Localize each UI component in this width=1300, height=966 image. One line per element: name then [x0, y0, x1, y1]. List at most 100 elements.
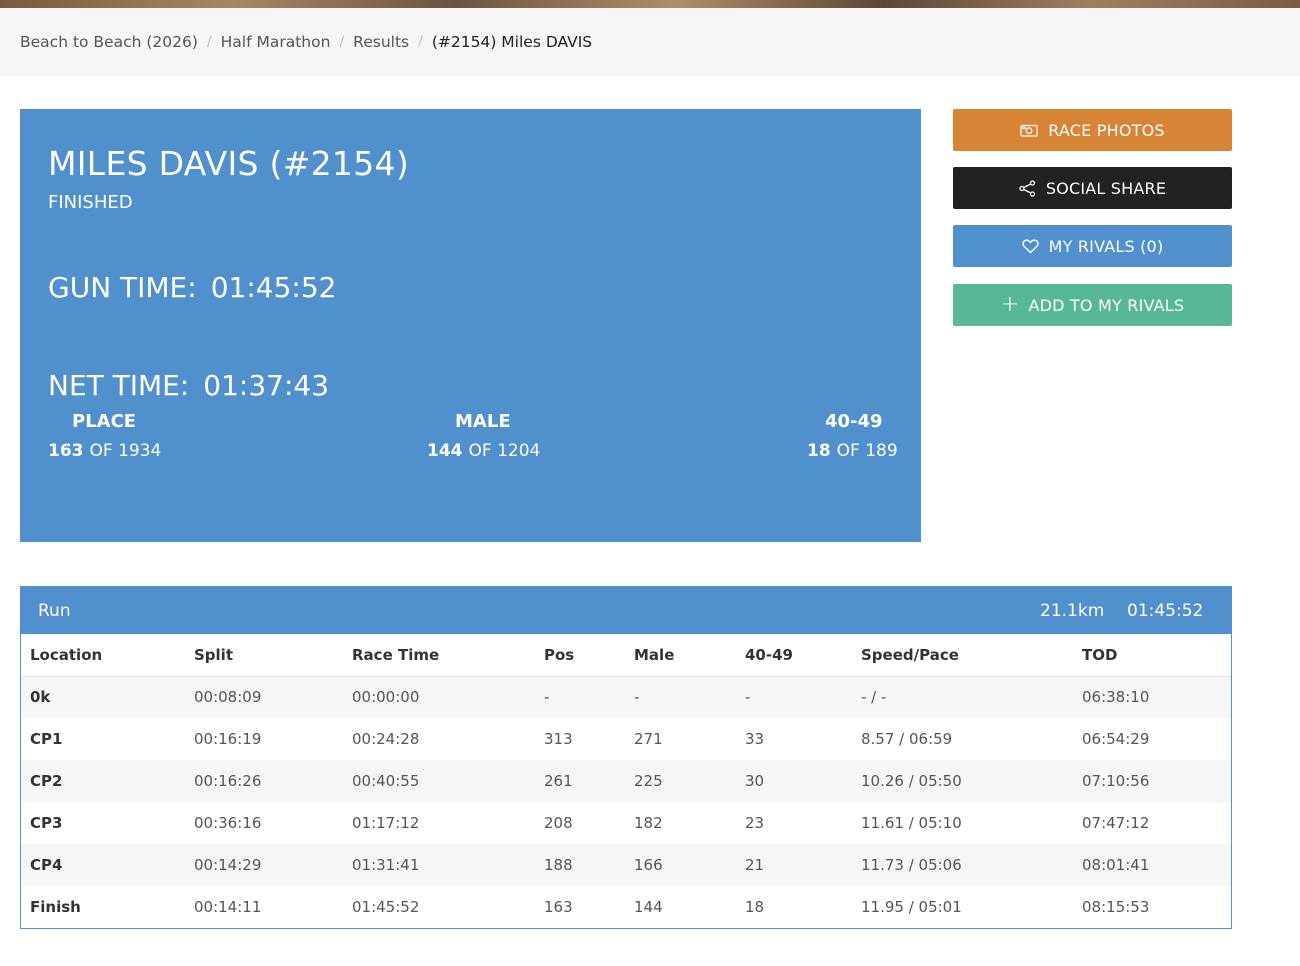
- cell-split: 00:08:09: [194, 688, 262, 707]
- net-time: NET TIME: 01:37:43: [48, 369, 329, 402]
- breadcrumb-event[interactable]: Beach to Beach (2026): [20, 33, 198, 51]
- athlete-name: MILES DAVIS (#2154): [48, 144, 409, 183]
- splits-header-row: Location Split Race Time Pos Male 40-49 …: [21, 634, 1231, 677]
- overall-place-total: OF 1934: [89, 441, 162, 461]
- cell-age-group: 18: [745, 898, 765, 916]
- table-row: CP3 00:36:16 01:17:12 208 182 23 11.61 /…: [21, 802, 1231, 844]
- cell-pos: 313: [544, 730, 573, 748]
- race-photos-button[interactable]: RACE PHOTOS: [953, 109, 1232, 151]
- cell-tod: 08:15:53: [1082, 898, 1150, 916]
- cell-tod: 07:10:56: [1082, 772, 1150, 790]
- cell-split: 00:36:16: [194, 814, 262, 832]
- breadcrumb: Beach to Beach (2026) / Half Marathon / …: [20, 33, 592, 51]
- cell-tod: 06:54:29: [1082, 730, 1150, 748]
- table-row: CP4 00:14:29 01:31:41 188 166 21 11.73 /…: [21, 844, 1231, 886]
- cell-race-time: 00:40:55: [352, 772, 420, 790]
- overall-place-rank: 163: [48, 441, 84, 461]
- social-share-label: SOCIAL SHARE: [1045, 178, 1167, 198]
- column-header-speed-pace: Speed/Pace: [852, 634, 1073, 677]
- my-rivals-button[interactable]: MY RIVALS (0): [953, 225, 1232, 267]
- cell-speed-pace: 11.95 / 05:01: [861, 898, 962, 916]
- column-header-pos: Pos: [535, 634, 625, 677]
- finish-status: FINISHED: [48, 192, 133, 213]
- race-total-time: 01:45:52: [1127, 601, 1204, 621]
- cell-race-time: 00:24:28: [352, 730, 420, 748]
- breadcrumb-separator: /: [339, 34, 345, 50]
- cell-split: 00:16:26: [194, 772, 262, 790]
- table-row: 0k 00:08:09 00:00:00 - - - - / - 06:38:1…: [21, 676, 1231, 718]
- cell-race-time: 00:00:00: [352, 688, 420, 707]
- cell-pos: 208: [544, 814, 573, 832]
- splits-title: Run: [38, 601, 71, 621]
- cell-split: 00:14:29: [194, 856, 262, 874]
- breadcrumb-results[interactable]: Results: [353, 33, 409, 51]
- breadcrumb-current: (#2154) Miles DAVIS: [431, 33, 593, 51]
- cell-split: 00:16:19: [194, 730, 262, 748]
- table-row: Finish 00:14:11 01:45:52 163 144 18 11.9…: [21, 886, 1231, 928]
- column-header-male: Male: [625, 634, 736, 677]
- age-group-place-total: OF 189: [836, 441, 898, 461]
- column-header-race-time: Race Time: [343, 634, 535, 677]
- cell-male: 182: [634, 814, 663, 832]
- cell-male: 225: [634, 772, 663, 790]
- cell-male: 144: [634, 898, 663, 916]
- gun-time: GUN TIME: 01:45:52: [48, 271, 336, 304]
- race-photos-label: RACE PHOTOS: [1048, 120, 1165, 140]
- column-header-split: Split: [185, 634, 343, 677]
- cell-tod: 06:38:10: [1082, 688, 1150, 707]
- cell-race-time: 01:45:52: [352, 898, 420, 916]
- heart-icon: [1021, 239, 1039, 254]
- cell-age-group: 30: [745, 772, 765, 790]
- column-header-age-group: 40-49: [736, 634, 852, 677]
- table-row: CP1 00:16:19 00:24:28 313 271 33 8.57 / …: [21, 718, 1231, 760]
- column-header-location: Location: [21, 634, 185, 677]
- cell-speed-pace: 10.26 / 05:50: [861, 772, 962, 790]
- cell-location: CP4: [30, 856, 63, 874]
- cell-tod: 08:01:41: [1082, 856, 1150, 874]
- cell-race-time: 01:31:41: [352, 856, 420, 874]
- age-group-place: 40-49 18 OF 189: [807, 411, 898, 461]
- cell-pos: -: [544, 688, 550, 707]
- cell-split: 00:14:11: [194, 898, 262, 916]
- race-distance: 21.1km: [1040, 601, 1105, 621]
- cell-location: CP1: [30, 730, 63, 748]
- athlete-result-card: MILES DAVIS (#2154) FINISHED GUN TIME: 01…: [20, 109, 921, 542]
- cell-tod: 07:47:12: [1082, 814, 1150, 832]
- add-to-rivals-button[interactable]: + ADD TO MY RIVALS: [953, 284, 1232, 326]
- overall-place: PLACE 163 OF 1934: [48, 411, 161, 461]
- cell-location: 0k: [30, 688, 51, 707]
- cell-speed-pace: 8.57 / 06:59: [861, 730, 953, 748]
- cell-location: Finish: [30, 898, 81, 916]
- add-to-rivals-label: ADD TO MY RIVALS: [1028, 295, 1185, 315]
- cell-pos: 163: [544, 898, 573, 916]
- breadcrumb-separator: /: [418, 34, 423, 50]
- gender-place-total: OF 1204: [468, 441, 541, 461]
- cell-speed-pace: 11.61 / 05:10: [861, 814, 962, 832]
- my-rivals-label: MY RIVALS (0): [1048, 236, 1164, 256]
- social-share-button[interactable]: SOCIAL SHARE: [953, 167, 1232, 209]
- net-time-value: 01:37:43: [203, 369, 330, 402]
- splits-panel: Run 21.1km 01:45:52 Location Split Race …: [20, 586, 1232, 929]
- cell-speed-pace: - / -: [861, 688, 887, 707]
- breadcrumb-race[interactable]: Half Marathon: [221, 33, 331, 51]
- hero-image-strip: [0, 0, 1300, 8]
- column-header-tod: TOD: [1073, 634, 1231, 677]
- cell-age-group: 23: [745, 814, 765, 832]
- cell-age-group: 21: [745, 856, 765, 874]
- cell-pos: 261: [544, 772, 573, 790]
- gender-place: MALE 144 OF 1204: [427, 411, 540, 461]
- cell-male: 271: [634, 730, 663, 748]
- cell-pos: 188: [544, 856, 573, 874]
- splits-header: Run 21.1km 01:45:52: [21, 587, 1231, 634]
- cell-age-group: -: [745, 688, 751, 707]
- gun-time-label: GUN TIME:: [48, 271, 197, 304]
- share-icon: [1019, 179, 1036, 197]
- breadcrumb-bar: Beach to Beach (2026) / Half Marathon / …: [0, 8, 1300, 76]
- cell-location: CP2: [30, 772, 63, 790]
- cell-race-time: 01:17:12: [352, 814, 420, 832]
- splits-table: Location Split Race Time Pos Male 40-49 …: [21, 634, 1231, 928]
- gender-place-rank: 144: [427, 441, 463, 461]
- plus-icon: +: [1000, 292, 1020, 317]
- camera-icon: [1020, 123, 1038, 137]
- net-time-label: NET TIME:: [48, 369, 190, 402]
